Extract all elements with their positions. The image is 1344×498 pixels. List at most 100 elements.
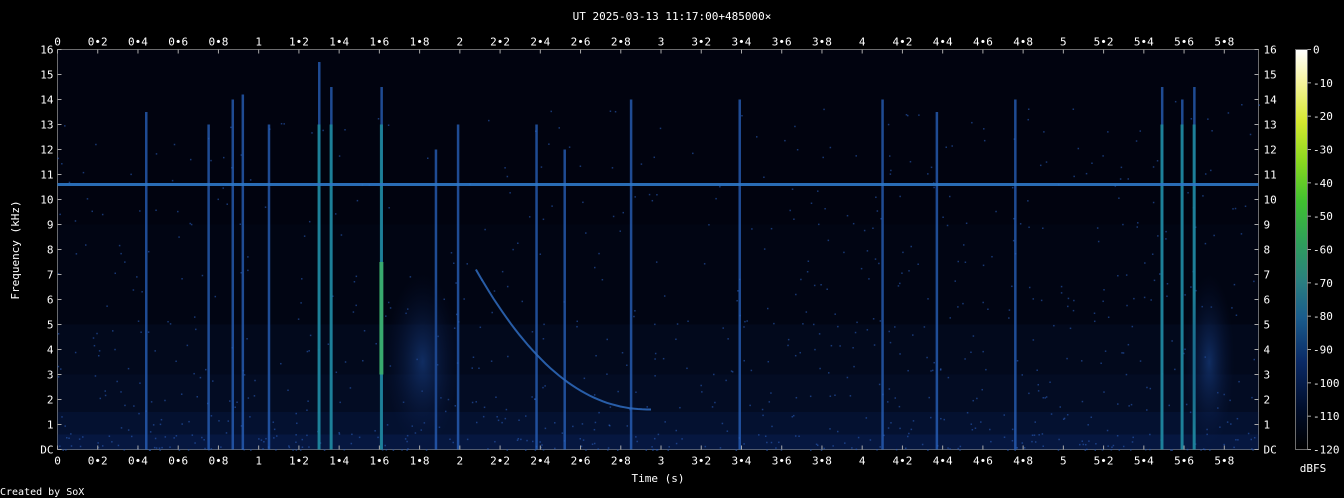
noise-speck xyxy=(741,114,743,117)
impulse-line xyxy=(241,94,245,450)
x-tick-label: 2•6 xyxy=(571,455,591,468)
noise-speck xyxy=(173,437,175,439)
noise-speck xyxy=(96,332,98,335)
y-tick-label: 4 xyxy=(47,344,54,357)
noise-speck xyxy=(70,445,73,447)
noise-speck xyxy=(908,270,910,272)
x-tick-label-top: 3 xyxy=(658,36,665,49)
noise-speck xyxy=(478,367,480,370)
noise-speck xyxy=(770,441,773,444)
noise-speck xyxy=(659,127,662,130)
noise-speck xyxy=(775,447,777,449)
noise-speck xyxy=(466,263,469,265)
noise-speck xyxy=(554,447,556,450)
noise-speck xyxy=(889,173,892,175)
noise-speck xyxy=(374,430,376,432)
noise-speck xyxy=(758,434,760,436)
noise-speck xyxy=(1037,390,1040,392)
noise-speck xyxy=(1240,233,1243,235)
noise-speck xyxy=(247,269,249,272)
noise-speck xyxy=(868,278,870,280)
noise-speck xyxy=(482,415,485,418)
noise-speck xyxy=(622,211,625,214)
noise-speck xyxy=(1139,130,1142,132)
x-tick-label-top: 4 xyxy=(859,36,866,49)
noise-speck xyxy=(132,289,135,291)
noise-speck xyxy=(686,367,688,370)
impulse-line xyxy=(207,124,210,450)
noise-speck xyxy=(272,421,275,423)
noise-speck xyxy=(1251,396,1253,399)
noise-speck xyxy=(164,399,166,402)
noise-speck xyxy=(1149,387,1152,390)
noise-speck xyxy=(164,436,167,438)
noise-speck xyxy=(606,338,608,341)
noise-speck xyxy=(138,412,140,415)
x-tick-label: 4•4 xyxy=(933,455,953,468)
noise-speck xyxy=(918,114,920,116)
noise-speck xyxy=(749,404,751,407)
noise-speck xyxy=(853,365,855,368)
noise-speck xyxy=(1057,449,1060,451)
noise-speck xyxy=(506,285,509,288)
noise-speck xyxy=(1132,436,1134,439)
noise-speck xyxy=(927,298,929,300)
noise-speck xyxy=(933,361,935,364)
noise-speck xyxy=(792,414,795,417)
noise-speck xyxy=(585,232,587,234)
noise-speck xyxy=(636,440,638,443)
noise-speck xyxy=(1011,186,1014,189)
x-tick-label: 3•4 xyxy=(732,455,752,468)
colorbar-tick-label: -100 xyxy=(1313,377,1340,390)
noise-speck xyxy=(824,207,826,210)
noise-speck xyxy=(1171,449,1173,451)
noise-speck xyxy=(57,376,60,378)
noise-speck xyxy=(1103,391,1105,393)
noise-speck xyxy=(879,446,881,448)
noise-speck xyxy=(210,159,212,162)
x-tick-label: 5 xyxy=(1060,455,1067,468)
noise-speck xyxy=(543,323,545,326)
spectrogram-chart: UT 2025-03-13 11:17:00+485000× 0 0 0•2 0•2 0… xyxy=(0,10,1340,498)
noise-speck xyxy=(292,449,294,451)
noise-speck xyxy=(626,425,629,427)
noise-speck xyxy=(392,449,395,451)
y-axis-label: Frequency (kHz) xyxy=(9,200,22,299)
noise-speck xyxy=(1107,445,1109,447)
noise-speck xyxy=(1050,413,1053,415)
noise-speck xyxy=(1171,340,1173,342)
noise-speck xyxy=(542,218,545,221)
noise-speck xyxy=(484,228,486,231)
noise-speck xyxy=(507,355,509,358)
x-tick-label-top: 5 xyxy=(1060,36,1067,49)
noise-speck xyxy=(1151,253,1154,255)
noise-speck xyxy=(667,449,669,451)
noise-speck xyxy=(595,354,597,357)
noise-speck xyxy=(180,393,183,395)
noise-speck xyxy=(230,126,232,129)
noise-speck xyxy=(651,446,653,448)
noise-speck xyxy=(301,278,303,280)
noise-speck xyxy=(226,203,228,205)
noise-speck xyxy=(1088,440,1090,442)
noise-speck xyxy=(1150,299,1152,301)
noise-speck xyxy=(736,299,738,302)
noise-speck xyxy=(949,195,951,198)
noise-speck xyxy=(959,449,961,451)
noise-speck xyxy=(92,337,95,339)
x-tick-label: 3 xyxy=(658,455,665,468)
noise-speck xyxy=(1168,404,1170,407)
noise-speck xyxy=(311,132,313,134)
noise-speck xyxy=(656,193,658,196)
y-tick-label-right: 5 xyxy=(1264,319,1271,332)
noise-speck xyxy=(352,311,355,313)
noise-speck xyxy=(912,420,915,422)
noise-speck xyxy=(888,388,891,390)
noise-speck xyxy=(675,338,677,341)
noise-speck xyxy=(1149,448,1151,451)
noise-speck xyxy=(288,445,290,447)
y-tick-label: 5 xyxy=(47,319,54,332)
noise-speck xyxy=(593,428,596,431)
noise-speck xyxy=(1102,155,1104,157)
noise-speck xyxy=(907,369,909,372)
